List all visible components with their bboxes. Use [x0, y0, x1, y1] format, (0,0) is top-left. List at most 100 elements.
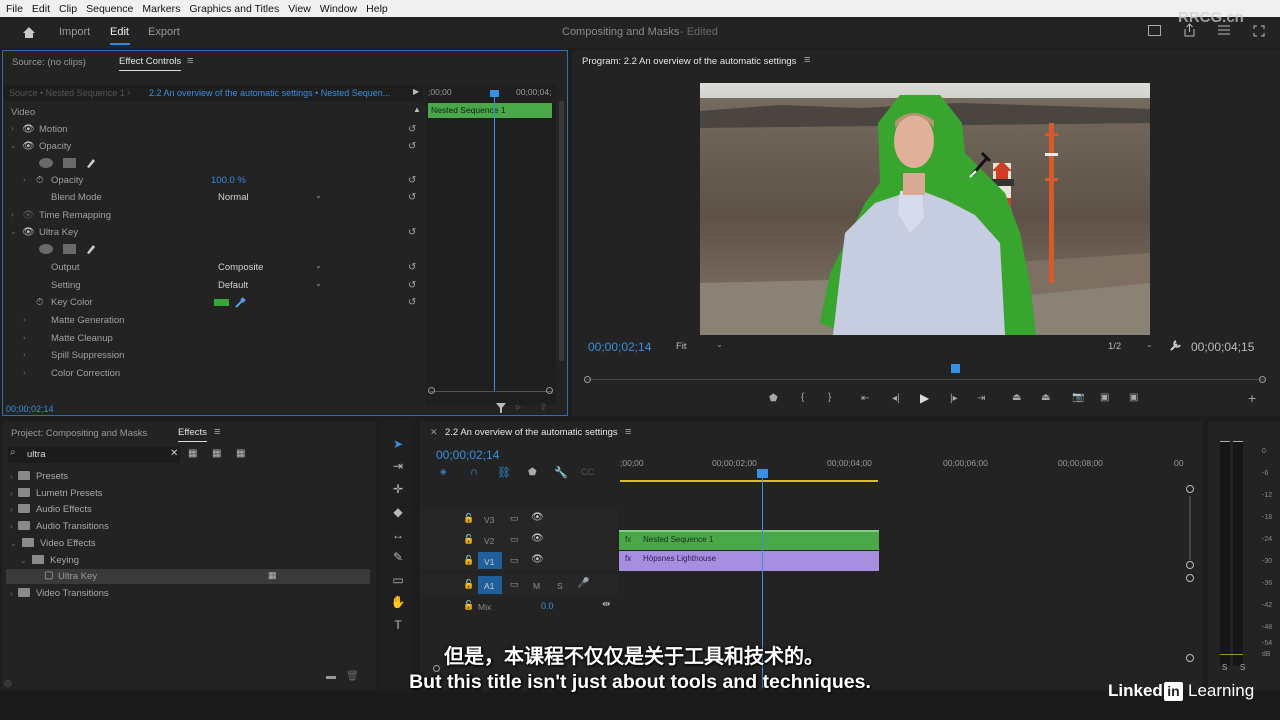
share-icon[interactable]: [1183, 23, 1196, 37]
solo-button[interactable]: S: [557, 581, 563, 591]
tab-effects[interactable]: Effects: [178, 427, 207, 442]
lift-icon[interactable]: ⏏: [1012, 392, 1021, 403]
eye-icon[interactable]: 👁: [531, 554, 544, 565]
video-frame[interactable]: [700, 83, 1150, 335]
reset-icon[interactable]: ↺: [408, 262, 416, 273]
timeline-timecode[interactable]: 00;00;02;14: [436, 448, 499, 462]
home-icon[interactable]: [22, 26, 36, 39]
menu-markers[interactable]: Markers: [142, 3, 180, 15]
reset-icon[interactable]: ↺: [408, 297, 416, 308]
key-color-swatch[interactable]: [214, 299, 229, 306]
menu-clip[interactable]: Clip: [59, 3, 77, 15]
lock-icon[interactable]: 🔓: [463, 534, 474, 545]
lock-icon[interactable]: 🔓: [463, 579, 474, 590]
track-label-a1[interactable]: A1: [484, 581, 494, 591]
menu-help[interactable]: Help: [366, 3, 388, 15]
clip-lighthouse[interactable]: fx Höpsnes Lighthouse: [619, 551, 879, 571]
sync-lock-icon[interactable]: ▭: [510, 555, 519, 566]
filter-icon[interactable]: [496, 403, 506, 413]
panel-menu-icon[interactable]: ≡: [804, 54, 810, 66]
clip-nested-sequence[interactable]: fx Nested Sequence 1: [619, 530, 879, 550]
microphone-icon[interactable]: 🎤: [577, 578, 589, 589]
ultra-key-row[interactable]: ⌄ 👁 Ultra Key ↺: [3, 224, 423, 241]
nest-toggle-icon[interactable]: ⚹: [440, 466, 447, 479]
tab-export[interactable]: Export: [148, 26, 180, 38]
mark-out-icon[interactable]: }: [828, 392, 831, 403]
lock-icon[interactable]: 🔓: [463, 513, 474, 524]
stopwatch-icon[interactable]: ⏱: [36, 175, 43, 186]
track-select-tool-icon[interactable]: ⇥: [389, 459, 407, 477]
pen-mask-icon[interactable]: [85, 157, 97, 169]
accelerated-effects-icon[interactable]: ▦: [188, 448, 197, 459]
reset-icon[interactable]: ↺: [408, 141, 416, 152]
effect-item-ultra-key[interactable]: ▢ Ultra Key ▦: [6, 569, 370, 584]
step-forward-icon[interactable]: |▸: [950, 393, 958, 404]
sync-lock-icon[interactable]: ▭: [510, 579, 519, 590]
mini-playhead-handle[interactable]: [490, 90, 499, 97]
eye-icon[interactable]: 👁: [22, 141, 35, 152]
resolution-dropdown[interactable]: 1/2 ⌄: [1108, 340, 1158, 354]
wrench-icon[interactable]: [1169, 339, 1182, 352]
zoom-handle-right[interactable]: [546, 387, 553, 394]
extract-icon[interactable]: ⏏: [1041, 392, 1050, 403]
program-timecode[interactable]: 00;00;02;14: [588, 340, 651, 354]
mini-clip-bar[interactable]: Nested Sequence 1: [428, 103, 552, 118]
vscroll-handle[interactable]: [1186, 485, 1194, 493]
scrub-zoom-left[interactable]: [584, 376, 591, 383]
vscroll-handle[interactable]: [1186, 574, 1194, 582]
zoom-handle-left[interactable]: [428, 387, 435, 394]
effects-folder-lumetri[interactable]: › Lumetri Presets: [10, 488, 102, 499]
scrollbar[interactable]: [559, 101, 564, 361]
matte-generation-row[interactable]: › Matte Generation: [3, 312, 423, 329]
track-label-v2[interactable]: V2: [484, 536, 494, 546]
eyedropper-icon[interactable]: [234, 296, 246, 308]
reset-icon[interactable]: ↺: [408, 227, 416, 238]
color-correction-row[interactable]: › Color Correction: [3, 365, 423, 382]
effects-search-input[interactable]: ⌕ ultra ✕: [8, 447, 180, 463]
eye-icon[interactable]: 👁: [531, 512, 544, 523]
setting-dropdown[interactable]: Default ⌄: [215, 277, 327, 292]
hand-tool-icon[interactable]: ✋: [389, 595, 407, 613]
ellipse-mask-icon[interactable]: [39, 158, 53, 168]
ripple-edit-tool-icon[interactable]: ✛: [389, 482, 407, 500]
tab-source[interactable]: Source: (no clips): [12, 57, 86, 68]
track-label-v1[interactable]: V1: [484, 557, 494, 567]
reset-icon[interactable]: ↺: [408, 124, 416, 135]
lock-icon[interactable]: 🔓: [463, 555, 474, 566]
comparison-view-icon[interactable]: ▣: [1100, 392, 1109, 403]
mini-playhead[interactable]: [494, 91, 495, 391]
matte-cleanup-row[interactable]: › Matte Cleanup: [3, 330, 423, 347]
selection-tool-icon[interactable]: ➤: [389, 437, 407, 455]
tab-project[interactable]: Project: Compositing and Masks: [11, 428, 147, 439]
snap-icon[interactable]: ∩: [470, 466, 478, 478]
fit-dropdown[interactable]: Fit ⌄: [676, 340, 726, 354]
32bit-effects-icon[interactable]: ▦: [212, 448, 221, 459]
track-label-v3[interactable]: V3: [484, 515, 494, 525]
opacity-value[interactable]: 100.0 %: [211, 175, 246, 186]
quick-export-icon[interactable]: [1148, 25, 1161, 36]
output-dropdown[interactable]: Composite ⌄: [215, 259, 327, 274]
menu-file[interactable]: File: [6, 3, 23, 15]
rectangle-mask-icon[interactable]: [63, 244, 76, 254]
menu-sequence[interactable]: Sequence: [86, 3, 133, 15]
razor-tool-icon[interactable]: ◆: [389, 505, 407, 523]
menu-edit[interactable]: Edit: [32, 3, 50, 15]
opacity-row[interactable]: ⌄ 👁 Opacity ↺: [3, 138, 423, 155]
scrub-zoom-right[interactable]: [1259, 376, 1266, 383]
play-icon[interactable]: ▶: [920, 391, 929, 405]
mark-in-icon[interactable]: {: [801, 392, 804, 403]
wrench-icon[interactable]: 🔧: [554, 466, 568, 479]
export-icon[interactable]: ⇪: [539, 402, 547, 413]
eye-icon[interactable]: 👁: [531, 533, 544, 544]
program-playhead[interactable]: [951, 364, 960, 373]
effects-folder-audio-effects[interactable]: › Audio Effects: [10, 504, 92, 515]
effects-folder-presets[interactable]: › Presets: [10, 471, 68, 482]
linked-selection-icon[interactable]: ⛓: [497, 466, 511, 479]
play-audio-icon[interactable]: ▹: [516, 402, 521, 413]
rectangle-tool-icon[interactable]: ▭: [389, 573, 407, 591]
sequence-clip-name[interactable]: 2.2 An overview of the automatic setting…: [149, 88, 390, 98]
menu-view[interactable]: View: [288, 3, 311, 15]
yuv-effects-icon[interactable]: ▦: [236, 448, 245, 459]
sync-lock-icon[interactable]: ▭: [510, 513, 519, 524]
vscroll-track[interactable]: [1189, 496, 1191, 560]
